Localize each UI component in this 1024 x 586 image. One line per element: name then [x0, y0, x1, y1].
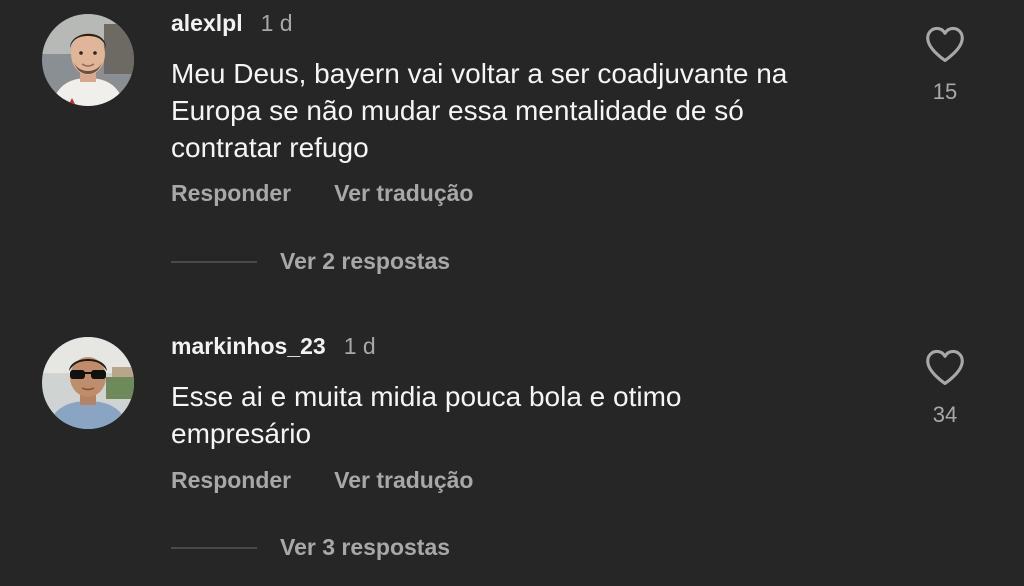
reply-button[interactable]: Responder: [171, 467, 291, 494]
heart-outline-icon[interactable]: [924, 348, 966, 386]
comments-list: alexlpl 1 d Meu Deus, bayern vai voltar …: [0, 0, 1024, 586]
view-replies: Ver 2 respostas: [171, 248, 450, 275]
replies-divider: [171, 260, 257, 263]
translate-button[interactable]: Ver tradução: [334, 180, 473, 207]
comment-actions: Responder Ver tradução: [171, 180, 473, 207]
translate-button[interactable]: Ver tradução: [334, 467, 473, 494]
reply-button[interactable]: Responder: [171, 180, 291, 207]
comment-text: Esse ai e muita midia pouca bola e otimo…: [171, 381, 682, 449]
username[interactable]: markinhos_23: [171, 333, 326, 360]
view-replies-button[interactable]: Ver 2 respostas: [280, 248, 450, 275]
avatar[interactable]: [42, 14, 134, 106]
like-control: 15: [920, 25, 970, 105]
comment-header: markinhos_23 1 d: [171, 331, 376, 361]
comment-actions: Responder Ver tradução: [171, 467, 473, 494]
comment-header: alexlpl 1 d: [171, 8, 293, 38]
user-photo-avatar-icon: [42, 14, 134, 106]
like-count: 34: [932, 402, 958, 427]
comment-timestamp: 1 d: [260, 9, 293, 36]
avatar[interactable]: [42, 337, 134, 429]
replies-divider: [171, 546, 257, 549]
username[interactable]: alexlpl: [171, 10, 243, 37]
comment-text: Meu Deus, bayern vai voltar a ser coadju…: [171, 58, 788, 163]
like-control: 34: [920, 348, 970, 428]
view-replies: Ver 3 respostas: [171, 534, 450, 561]
comment-timestamp: 1 d: [343, 332, 376, 359]
view-replies-button[interactable]: Ver 3 respostas: [280, 534, 450, 561]
heart-outline-icon[interactable]: [924, 25, 966, 63]
user-photo-avatar-icon: [42, 337, 134, 429]
like-count: 15: [932, 79, 958, 104]
